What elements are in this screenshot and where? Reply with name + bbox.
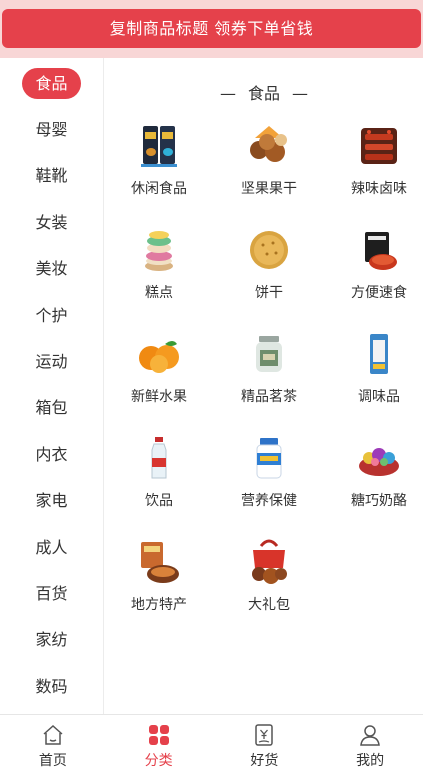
yen-bag-icon <box>255 724 274 746</box>
orange-icon <box>139 341 179 373</box>
subcategory-label: 新鲜水果 <box>131 389 187 405</box>
subcategory-pastry[interactable]: 糕点 <box>105 226 213 326</box>
instant-noodle-icon <box>365 232 397 270</box>
sidebar-item-digital[interactable]: 数码 <box>0 663 103 709</box>
tab-category[interactable]: 分类 <box>106 715 212 777</box>
sidebar-item-label: 箱包 <box>35 398 68 418</box>
subcategory-label: 精品茗茶 <box>241 389 297 405</box>
sidebar-item-label: 成人 <box>35 537 68 557</box>
macaron-icon <box>145 231 173 271</box>
subcategory-label: 方便速食 <box>351 285 407 301</box>
sidebar-item-label: 内衣 <box>35 444 68 464</box>
category-icon <box>148 725 169 745</box>
tab-good-deals[interactable]: 好货 <box>212 715 318 777</box>
sidebar-item-personal-care[interactable]: 个护 <box>0 292 103 338</box>
subcategory-fresh-fruit[interactable]: 新鲜水果 <box>105 330 213 430</box>
tab-label: 好货 <box>250 753 279 769</box>
tab-home[interactable]: 首页 <box>0 715 106 777</box>
subcategory-label: 饮品 <box>145 493 173 509</box>
sidebar-item-underwear[interactable]: 内衣 <box>0 431 103 477</box>
top-banner: 复制商品标题 领券下单省钱 <box>0 0 423 58</box>
tab-mine[interactable]: 我的 <box>317 715 423 777</box>
sidebar-item-adult[interactable]: 成人 <box>0 524 103 570</box>
snack-bags-icon <box>141 126 177 167</box>
subcategory-biscuit[interactable]: 饼干 <box>215 226 323 326</box>
sidebar-item-label: 家纺 <box>35 630 68 650</box>
section-title: — 食品 — <box>105 80 423 104</box>
subcategory-label: 大礼包 <box>248 597 290 613</box>
sidebar-item-appliances[interactable]: 家电 <box>0 478 103 524</box>
subcategory-seasoning[interactable]: 调味品 <box>325 330 423 430</box>
subcategory-nutrition[interactable]: 营养保健 <box>215 434 323 534</box>
subcategory-label: 糕点 <box>145 285 173 301</box>
subcategory-nuts[interactable]: 坚果果干 <box>215 122 323 222</box>
biscuit-icon <box>250 231 288 269</box>
subcategory-tea[interactable]: 精品茗茶 <box>215 330 323 430</box>
bottom-tabbar: 首页 分类 好货 我的 <box>0 714 423 777</box>
subcategory-label: 调味品 <box>358 389 400 405</box>
sidebar-item-makeup[interactable]: 美妆 <box>0 246 103 292</box>
user-icon <box>360 725 380 746</box>
sidebar-item-home-textile[interactable]: 家纺 <box>0 617 103 663</box>
subcategory-label: 地方特产 <box>131 597 187 613</box>
candy-bowl-icon <box>359 448 399 476</box>
sidebar-item-label: 鞋靴 <box>35 166 68 186</box>
sidebar-item-label: 食品 <box>22 67 81 99</box>
sidebar-item-food[interactable]: 食品 <box>0 60 103 106</box>
home-icon <box>43 724 63 745</box>
spicy-meat-icon <box>361 128 397 164</box>
sidebar-item-general[interactable]: 百货 <box>0 570 103 616</box>
subcategory-candy-cheese[interactable]: 糖巧奶酪 <box>325 434 423 534</box>
sidebar-item-label: 美妆 <box>35 259 68 279</box>
subcategory-spicy-braised[interactable]: 辣味卤味 <box>325 122 423 222</box>
subcategory-casual-snacks[interactable]: 休闲食品 <box>105 122 213 222</box>
category-content: — 食品 — 休闲食品 坚果果干 辣味卤味 糕点 饼干 方便速食 新鲜水果 精品… <box>105 58 423 714</box>
subcategory-local-specialty[interactable]: 地方特产 <box>105 538 213 638</box>
title-dash-left: — <box>219 84 236 103</box>
subcategory-instant-food[interactable]: 方便速食 <box>325 226 423 326</box>
category-sidebar: 食品 母婴 鞋靴 女装 美妆 个护 运动 箱包 内衣 家电 成人 百货 家纺 数… <box>0 58 104 714</box>
subcategory-label: 糖巧奶酪 <box>351 493 407 509</box>
sidebar-item-shoes[interactable]: 鞋靴 <box>0 153 103 199</box>
supplement-bottle-icon <box>256 438 282 479</box>
local-specialty-icon <box>141 542 179 583</box>
subcategory-label: 营养保健 <box>241 493 297 509</box>
tab-label: 分类 <box>144 753 173 769</box>
sidebar-item-label: 个护 <box>35 305 68 325</box>
sidebar-item-label: 家电 <box>35 491 68 511</box>
tab-label: 首页 <box>38 753 67 769</box>
seasoning-bag-icon <box>370 334 388 374</box>
title-dash-right: — <box>292 84 308 103</box>
subcategory-label: 休闲食品 <box>131 181 187 197</box>
gift-bag-icon <box>252 539 287 584</box>
sidebar-item-label: 女装 <box>35 212 68 232</box>
subcategory-label: 饼干 <box>255 285 283 301</box>
nuts-icon <box>250 126 287 162</box>
subcategory-gift-pack[interactable]: 大礼包 <box>215 538 323 638</box>
sidebar-item-label: 运动 <box>35 352 68 372</box>
sidebar-item-label: 母婴 <box>35 120 68 140</box>
subcategory-drinks[interactable]: 饮品 <box>105 434 213 534</box>
water-bottle-icon <box>151 437 167 479</box>
tea-jar-icon <box>256 336 282 372</box>
copy-title-coupon-button[interactable]: 复制商品标题 领券下单省钱 <box>2 9 421 48</box>
sidebar-item-womenswear[interactable]: 女装 <box>0 199 103 245</box>
sidebar-item-label: 数码 <box>35 676 68 696</box>
sidebar-item-label: 百货 <box>35 583 68 603</box>
subcategory-label: 辣味卤味 <box>351 181 407 197</box>
subcategory-label: 坚果果干 <box>241 181 297 197</box>
tab-label: 我的 <box>356 753 385 769</box>
sidebar-item-sports[interactable]: 运动 <box>0 338 103 384</box>
section-title-text: 食品 <box>247 84 280 103</box>
sidebar-item-bags[interactable]: 箱包 <box>0 385 103 431</box>
sidebar-item-baby[interactable]: 母婴 <box>0 106 103 152</box>
